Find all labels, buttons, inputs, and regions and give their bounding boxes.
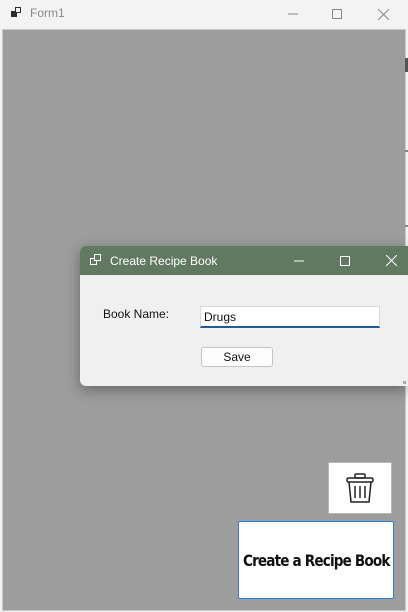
- dialog-close-button[interactable]: [368, 246, 408, 275]
- dialog-maximize-button[interactable]: [322, 246, 368, 275]
- close-button[interactable]: [360, 0, 406, 28]
- maximize-icon: [332, 9, 342, 19]
- resize-grip[interactable]: [403, 381, 406, 384]
- close-icon: [385, 255, 397, 266]
- dialog-minimize-button[interactable]: [276, 246, 322, 275]
- book-name-label: Book Name:: [103, 307, 170, 321]
- create-recipe-book-label: Create a Recipe Book: [242, 550, 391, 570]
- app-window-icon: [10, 6, 24, 20]
- create-recipe-book-dialog: Create Recipe Book Book Name: Save: [80, 246, 408, 386]
- minimize-icon: [294, 260, 304, 261]
- create-recipe-book-button[interactable]: Create a Recipe Book: [238, 521, 394, 599]
- maximize-icon: [340, 255, 350, 266]
- book-name-input[interactable]: [200, 306, 380, 328]
- dialog-title: Create Recipe Book: [110, 254, 218, 268]
- save-button[interactable]: Save: [201, 347, 273, 367]
- app-window-icon: [89, 253, 103, 267]
- minimize-button[interactable]: [270, 0, 316, 28]
- trash-icon: [346, 473, 374, 503]
- main-titlebar[interactable]: Form1: [0, 0, 408, 28]
- main-window-title: Form1: [30, 6, 65, 20]
- dialog-titlebar[interactable]: Create Recipe Book: [80, 246, 408, 275]
- maximize-button[interactable]: [314, 0, 360, 28]
- delete-button[interactable]: [328, 462, 392, 514]
- close-icon: [377, 8, 389, 20]
- minimize-icon: [288, 13, 298, 15]
